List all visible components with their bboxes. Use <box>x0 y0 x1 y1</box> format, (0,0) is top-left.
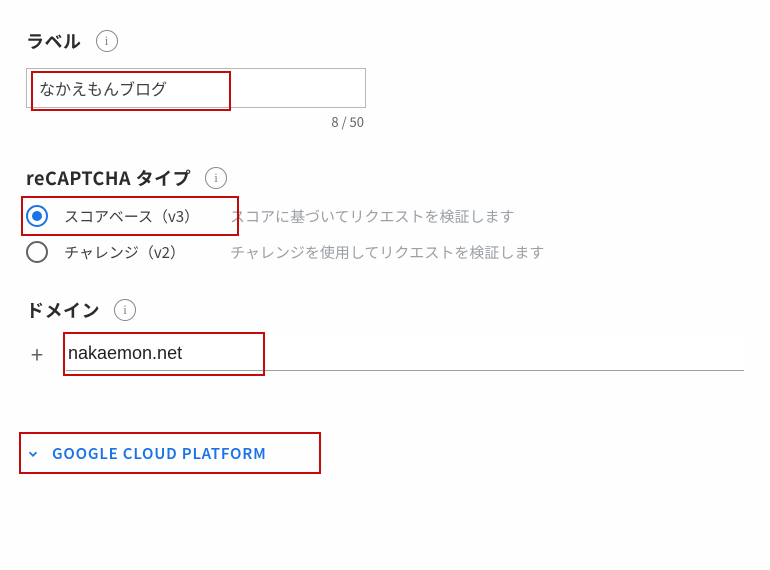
chevron-down-icon <box>26 447 40 461</box>
domain-input-row: + <box>26 337 744 371</box>
domain-title: ドメイン <box>26 297 100 323</box>
label-title: ラベル <box>26 28 82 54</box>
char-count: 8 / 50 <box>26 112 366 131</box>
label-input[interactable] <box>26 68 366 108</box>
radio-label: チャレンジ（v2） <box>64 242 214 263</box>
domain-section: ドメイン i + <box>26 297 744 371</box>
radio-button[interactable] <box>26 241 48 263</box>
info-icon[interactable]: i <box>114 299 136 321</box>
label-section: ラベル i 8 / 50 <box>26 28 744 131</box>
info-icon[interactable]: i <box>205 167 227 189</box>
radio-description: スコアに基づいてリクエストを検証します <box>230 206 515 227</box>
recaptcha-type-section: reCAPTCHA タイプ i スコアベース（v3） スコアに基づいてリクエスト… <box>26 165 744 263</box>
label-input-wrap <box>26 68 366 108</box>
gcp-collapsible[interactable]: GOOGLE CLOUD PLATFORM <box>26 443 267 464</box>
gcp-label: GOOGLE CLOUD PLATFORM <box>52 443 267 464</box>
type-title: reCAPTCHA タイプ <box>26 165 191 191</box>
radio-description: チャレンジを使用してリクエストを検証します <box>230 242 544 263</box>
type-header-row: reCAPTCHA タイプ i <box>26 165 744 191</box>
domain-input[interactable] <box>66 337 744 371</box>
radio-option-v2[interactable]: チャレンジ（v2） チャレンジを使用してリクエストを検証します <box>26 241 744 263</box>
radio-dot-icon <box>32 211 42 221</box>
domain-header-row: ドメイン i <box>26 297 744 323</box>
info-icon[interactable]: i <box>96 30 118 52</box>
plus-icon[interactable]: + <box>26 338 48 370</box>
label-header-row: ラベル i <box>26 28 744 54</box>
radio-option-v3[interactable]: スコアベース（v3） スコアに基づいてリクエストを検証します <box>26 205 744 227</box>
radio-label: スコアベース（v3） <box>64 206 214 227</box>
radio-button[interactable] <box>26 205 48 227</box>
